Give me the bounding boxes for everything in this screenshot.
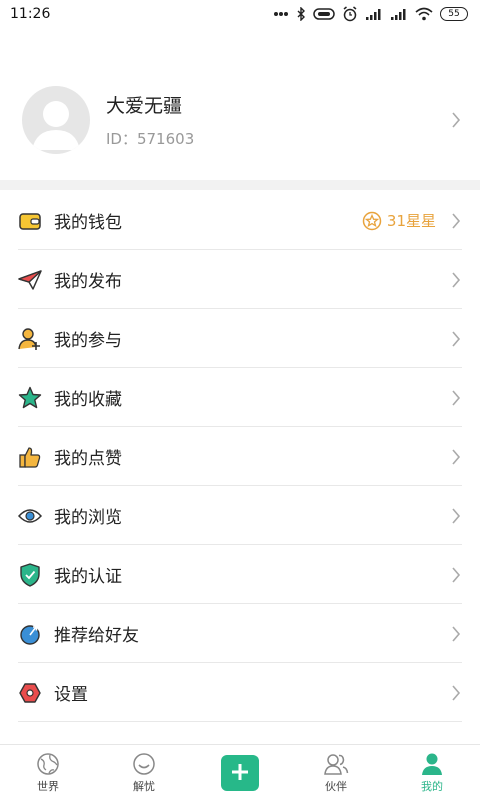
- signal-hd-icon: [366, 9, 381, 20]
- menu-item-label: 我的收藏: [54, 390, 122, 410]
- status-bar: 11:26 55: [0, 0, 480, 28]
- menu-item-verification[interactable]: 我的认证: [0, 545, 480, 604]
- username: 大爱无疆: [106, 95, 183, 117]
- tab-mine[interactable]: 我的: [384, 745, 480, 800]
- menu-item-posts[interactable]: 我的发布: [0, 250, 480, 309]
- section-divider: [0, 180, 480, 190]
- add-button[interactable]: [221, 754, 259, 791]
- globe-icon: [37, 752, 59, 775]
- user-plus-icon: [18, 327, 42, 351]
- menu-item-settings[interactable]: 设置: [0, 663, 480, 722]
- user-id: ID：571603: [106, 130, 195, 148]
- menu-item-label: 我的钱包: [54, 213, 122, 233]
- tab-label: 我的: [421, 779, 443, 793]
- tab-label: 伙伴: [325, 779, 347, 793]
- chevron-right-icon: [452, 684, 461, 701]
- wifi-icon: [415, 7, 433, 21]
- status-time: 11:26: [10, 6, 51, 22]
- tab-add[interactable]: [192, 745, 288, 800]
- profile-card[interactable]: 大爱无疆 ID：571603: [0, 60, 480, 180]
- add-icon: [232, 763, 248, 780]
- chevron-right-icon: [452, 566, 461, 583]
- chevron-right-icon: [452, 448, 461, 465]
- star-icon: [18, 386, 42, 410]
- bottom-tab-bar: 世界 解忧 伙伴 我的: [0, 744, 480, 800]
- avatar[interactable]: [22, 86, 90, 154]
- settings-hexagon-icon: [18, 681, 42, 705]
- tab-world[interactable]: 世界: [0, 745, 96, 800]
- star-badge-icon: [362, 211, 382, 230]
- tab-partners[interactable]: 伙伴: [288, 745, 384, 800]
- menu-item-favorites[interactable]: 我的收藏: [0, 368, 480, 427]
- tab-label: 世界: [37, 779, 59, 793]
- chevron-right-icon: [452, 212, 461, 229]
- partners-icon: [324, 753, 349, 775]
- menu-item-label: 我的认证: [54, 567, 122, 587]
- chevron-right-icon: [452, 507, 461, 524]
- wallet-icon: [18, 209, 42, 233]
- paper-plane-icon: [18, 268, 42, 292]
- chevron-right-icon: [452, 271, 461, 288]
- menu-item-history[interactable]: 我的浏览: [0, 486, 480, 545]
- chevron-right-icon: [452, 625, 461, 642]
- dots-icon: [274, 12, 288, 16]
- share-icon: [18, 622, 42, 646]
- status-icons: 55: [273, 6, 468, 22]
- tab-label: 解忧: [133, 779, 155, 793]
- menu-item-label: 我的点赞: [54, 449, 122, 469]
- menu-item-wallet[interactable]: 我的钱包 31星星: [0, 191, 480, 250]
- profile-info: 大爱无疆 ID：571603: [106, 91, 450, 149]
- menu-list: 我的钱包 31星星 我的发布 我的参与 我的收藏 我的点赞 我的浏览 我的认证 …: [0, 191, 480, 722]
- eye-icon: [18, 504, 42, 528]
- wallet-stars-count: 31星星: [386, 212, 436, 230]
- menu-item-label: 我的发布: [54, 272, 122, 292]
- menu-item-label: 设置: [54, 685, 88, 705]
- menu-item-likes[interactable]: 我的点赞: [0, 427, 480, 486]
- battery-indicator: 55: [440, 7, 468, 21]
- alarm-icon: [343, 6, 357, 22]
- signal-icon: [391, 9, 406, 20]
- chevron-right-icon: [452, 112, 461, 128]
- shield-check-icon: [18, 562, 42, 587]
- person-icon: [422, 753, 442, 775]
- menu-item-label: 我的浏览: [54, 508, 122, 528]
- menu-item-participation[interactable]: 我的参与: [0, 309, 480, 368]
- wallet-stars: 31星星: [362, 210, 436, 231]
- menu-item-recommend[interactable]: 推荐给好友: [0, 604, 480, 663]
- menu-item-label: 我的参与: [54, 331, 122, 351]
- chevron-right-icon: [452, 389, 461, 406]
- smile-icon: [133, 752, 155, 775]
- tab-relief[interactable]: 解忧: [96, 745, 192, 800]
- avatar-placeholder-icon: [32, 101, 80, 150]
- chevron-right-icon: [452, 330, 461, 347]
- menu-item-label: 推荐给好友: [54, 626, 139, 646]
- bluetooth-icon: [297, 7, 305, 21]
- thumbs-up-icon: [18, 445, 42, 469]
- hd-call-icon: [313, 8, 335, 20]
